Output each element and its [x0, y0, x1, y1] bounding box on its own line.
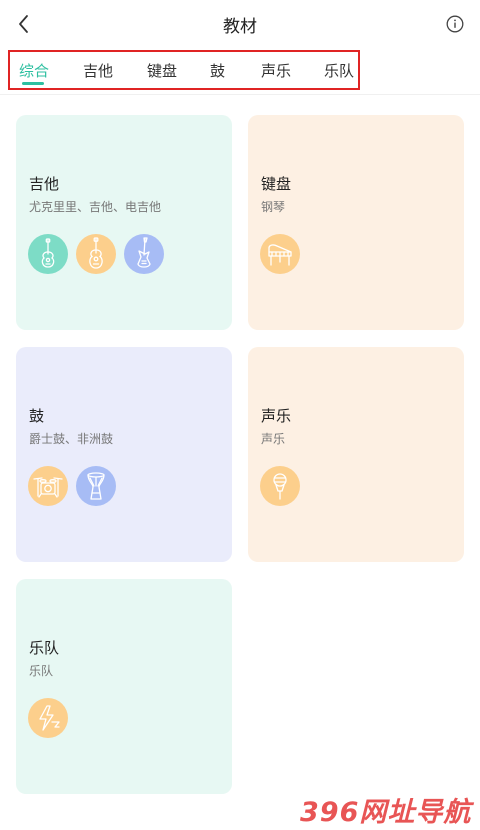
- category-tabs: 综合 吉他 键盘 鼓 声乐 乐队: [8, 50, 360, 90]
- card-subtitle: 爵士鼓、非洲鼓: [29, 432, 114, 446]
- card-subtitle: 尤克里里、吉他、电吉他: [29, 200, 162, 214]
- card-title: 声乐: [261, 407, 292, 425]
- card-subtitle: 钢琴: [261, 200, 286, 214]
- tab-vocal[interactable]: 声乐: [261, 60, 291, 81]
- card-drums[interactable]: 鼓 爵士鼓、非洲鼓: [16, 347, 232, 562]
- tab-drums[interactable]: 鼓: [210, 60, 225, 81]
- tab-divider: [0, 94, 480, 95]
- drum-kit-icon[interactable]: [28, 466, 68, 506]
- watermark-text: 396网址导航: [300, 797, 472, 828]
- ukulele-icon[interactable]: [28, 234, 68, 274]
- tab-keyboard[interactable]: 键盘: [147, 60, 177, 81]
- card-subtitle: 声乐: [261, 432, 286, 446]
- card-guitar[interactable]: 吉他 尤克里里、吉他、电吉他: [16, 115, 232, 330]
- card-subtitle: 乐队: [29, 664, 54, 678]
- electric-guitar-icon[interactable]: [124, 234, 164, 274]
- card-keyboard[interactable]: 键盘 钢琴: [248, 115, 464, 330]
- djembe-icon[interactable]: [76, 466, 116, 506]
- card-title: 鼓: [29, 407, 45, 425]
- tab-comprehensive[interactable]: 综合: [19, 60, 49, 81]
- card-title: 吉他: [29, 175, 60, 193]
- info-circle-icon: [446, 15, 464, 33]
- info-button[interactable]: [446, 15, 464, 33]
- acoustic-guitar-icon[interactable]: [76, 234, 116, 274]
- card-vocal[interactable]: 声乐 声乐: [248, 347, 464, 562]
- microphone-icon[interactable]: [260, 466, 300, 506]
- piano-icon[interactable]: [260, 234, 300, 274]
- card-title: 乐队: [29, 639, 60, 657]
- card-band[interactable]: 乐队 乐队: [16, 579, 232, 794]
- tab-band[interactable]: 乐队: [324, 60, 354, 81]
- page-title: 教材: [223, 17, 257, 37]
- tab-guitar[interactable]: 吉他: [83, 60, 113, 81]
- band-lightning-icon[interactable]: [28, 698, 68, 738]
- card-title: 键盘: [261, 175, 292, 193]
- active-tab-indicator: [22, 82, 44, 85]
- header-bar: 教材: [0, 0, 480, 48]
